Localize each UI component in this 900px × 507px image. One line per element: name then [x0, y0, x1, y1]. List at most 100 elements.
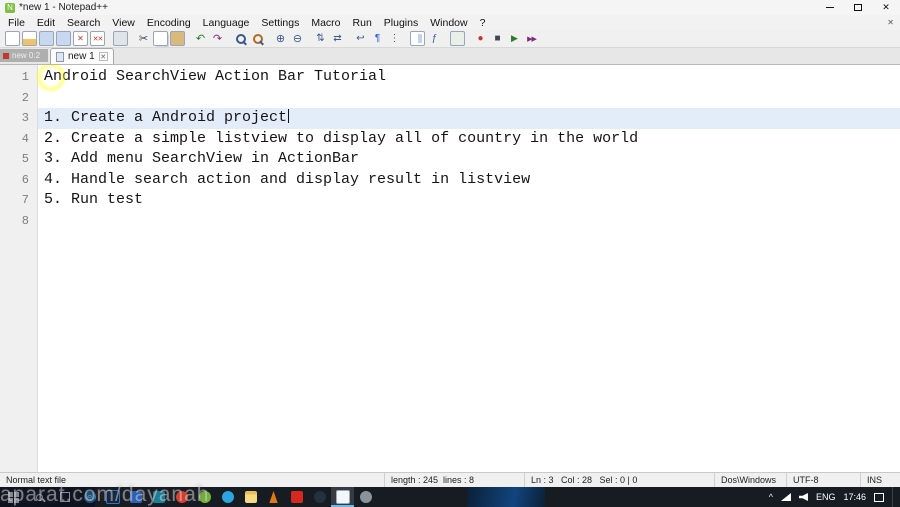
line-number: 5 — [21, 152, 29, 166]
close-button[interactable]: ✕ — [872, 0, 900, 15]
close-all-icon[interactable] — [90, 31, 105, 46]
close-file-icon[interactable] — [73, 31, 88, 46]
code-text: 5. Run test — [44, 191, 144, 208]
playback-macro-icon[interactable] — [507, 31, 522, 46]
record-dot-icon — [3, 52, 9, 59]
zoom-in-icon[interactable] — [273, 31, 288, 46]
menu-item-encoding[interactable]: Encoding — [141, 15, 197, 30]
code-line[interactable]: 1. Create a Android project — [38, 108, 900, 129]
search-icon — [35, 493, 43, 501]
settings-icon[interactable] — [354, 487, 377, 507]
menu-item-run[interactable]: Run — [347, 15, 378, 30]
copy-icon[interactable] — [153, 31, 168, 46]
undo-icon[interactable] — [193, 31, 208, 46]
menu-item-settings[interactable]: Settings — [255, 15, 305, 30]
menu-item-window[interactable]: Window — [424, 15, 473, 30]
task-view-icon — [60, 492, 70, 502]
sync-vertical-scroll-icon[interactable] — [313, 31, 328, 46]
menu-item-search[interactable]: Search — [61, 15, 106, 30]
new-file-icon[interactable] — [5, 31, 20, 46]
visual-studio-icon[interactable] — [147, 487, 170, 507]
open-file-icon[interactable] — [22, 31, 37, 46]
menu-items: File Edit Search View Encoding Language Settin… — [2, 15, 491, 30]
menu-item-file[interactable]: File — [2, 15, 31, 30]
code-line[interactable] — [38, 88, 900, 109]
notepad-plus-plus-icon[interactable] — [331, 487, 354, 507]
minimize-icon — [826, 7, 834, 8]
start-button[interactable] — [0, 487, 26, 507]
menu-item-macro[interactable]: Macro — [305, 15, 346, 30]
cut-icon[interactable] — [136, 31, 151, 46]
encoding-status: UTF-8 — [786, 473, 860, 487]
volume-icon[interactable] — [798, 493, 808, 501]
save-all-icon[interactable] — [56, 31, 71, 46]
line-number: 6 — [21, 172, 29, 187]
file-explorer-icon[interactable] — [239, 487, 262, 507]
monitor-icon[interactable] — [450, 31, 465, 46]
android-studio-icon[interactable] — [193, 487, 216, 507]
function-list-icon[interactable] — [427, 31, 442, 46]
network-icon[interactable] — [780, 493, 791, 501]
editor[interactable]: 1 2 3 4 5 6 7 8 Android SearchView Action Bar T… — [0, 65, 900, 472]
menu-item-edit[interactable]: Edit — [31, 15, 61, 30]
clock[interactable]: 17:46 — [843, 492, 866, 502]
tab-new-1[interactable]: new 1 ✕ — [50, 48, 114, 64]
show-desktop-button[interactable] — [892, 487, 896, 507]
title-bar[interactable]: *new 1 - Notepad++ ✕ — [0, 0, 900, 15]
menu-item-language[interactable]: Language — [197, 15, 256, 30]
run-macro-icon[interactable] — [524, 31, 539, 46]
show-all-characters-icon[interactable] — [370, 31, 385, 46]
insert-mode-status: INS — [860, 473, 900, 487]
code-text: 3. Add menu SearchView in ActionBar — [44, 150, 360, 167]
line-number: 8 — [21, 213, 29, 228]
menu-close-icon[interactable]: ✕ — [881, 18, 900, 27]
opera-icon[interactable] — [170, 487, 193, 507]
code-area[interactable]: Android SearchView Action Bar Tutorial 1.… — [38, 65, 900, 472]
menu-item-view[interactable]: View — [106, 15, 141, 30]
vlc-icon[interactable] — [262, 487, 285, 507]
app-logo-icon — [5, 2, 15, 13]
task-view-button[interactable] — [52, 487, 78, 507]
code-line[interactable]: 2. Create a simple listview to display a… — [38, 129, 900, 150]
document-map-icon[interactable] — [410, 31, 425, 46]
save-file-icon[interactable] — [39, 31, 54, 46]
action-center-icon[interactable] — [874, 492, 884, 502]
windows-logo-icon — [7, 491, 19, 503]
maximize-button[interactable] — [844, 0, 872, 15]
record-macro-icon[interactable] — [473, 31, 488, 46]
edge-icon[interactable] — [78, 487, 101, 507]
cursor-position-status: Ln : 3 Col : 28 Sel : 0 | 0 — [524, 473, 714, 487]
word-icon[interactable] — [124, 487, 147, 507]
find-icon[interactable] — [233, 31, 248, 46]
line-number: 3 — [21, 111, 29, 125]
replace-icon[interactable] — [250, 31, 265, 46]
chevron-up-icon[interactable]: ^ — [769, 492, 773, 502]
code-line[interactable]: 5. Run test — [38, 190, 900, 211]
minimize-button[interactable] — [816, 0, 844, 15]
indent-guide-icon[interactable] — [387, 31, 402, 46]
code-line[interactable] — [38, 211, 900, 232]
photoshop-icon[interactable] — [101, 487, 124, 507]
code-line[interactable]: 4. Handle search action and display resu… — [38, 170, 900, 191]
eol-format-status: Dos\Windows — [714, 473, 786, 487]
print-icon[interactable] — [113, 31, 128, 46]
steam-icon[interactable] — [308, 487, 331, 507]
code-line[interactable]: 3. Add menu SearchView in ActionBar — [38, 149, 900, 170]
tab-close-icon[interactable]: ✕ — [98, 52, 108, 61]
taskbar-search-button[interactable] — [26, 487, 52, 507]
menu-item-plugins[interactable]: Plugins — [378, 15, 424, 30]
youtube-icon[interactable] — [285, 487, 308, 507]
paste-icon[interactable] — [170, 31, 185, 46]
redo-icon[interactable] — [210, 31, 225, 46]
word-wrap-icon[interactable] — [353, 31, 368, 46]
menu-item-help[interactable]: ? — [474, 15, 492, 30]
sync-horizontal-scroll-icon[interactable] — [330, 31, 345, 46]
line-number: 7 — [21, 193, 29, 207]
stop-macro-icon[interactable] — [490, 31, 505, 46]
zoom-out-icon[interactable] — [290, 31, 305, 46]
code-line[interactable]: Android SearchView Action Bar Tutorial — [38, 67, 900, 88]
language-indicator[interactable]: ENG — [816, 492, 836, 502]
gutter: 1 2 3 4 5 6 7 8 — [0, 65, 38, 472]
telegram-icon[interactable] — [216, 487, 239, 507]
length-lines-status: length : 245 lines : 8 — [384, 473, 524, 487]
